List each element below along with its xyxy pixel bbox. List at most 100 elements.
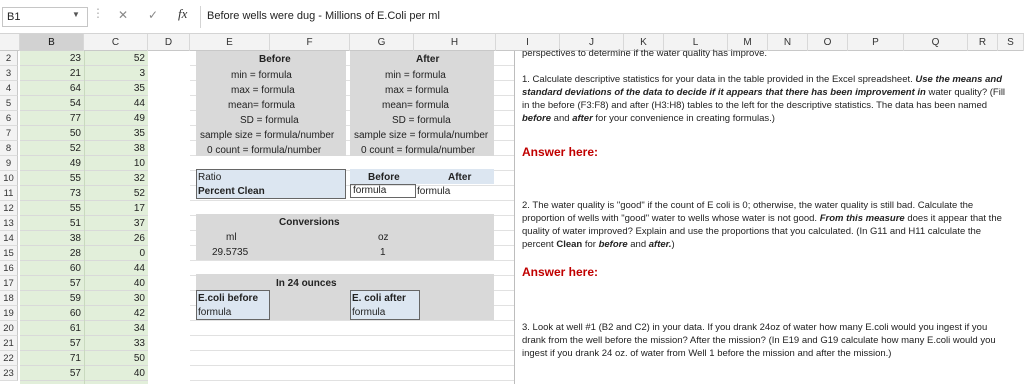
column-header[interactable]: B <box>20 34 84 51</box>
data-cell-c[interactable]: 40 <box>85 276 148 291</box>
column-header[interactable]: F <box>270 34 350 51</box>
row-header[interactable]: 16 <box>0 261 18 276</box>
data-cell-b[interactable]: 73 <box>20 186 84 201</box>
data-cell-c[interactable]: 52 <box>85 51 148 66</box>
data-cell-c[interactable]: 0 <box>85 246 148 261</box>
row-header[interactable]: 20 <box>0 321 18 336</box>
data-cell-c[interactable]: 37 <box>85 216 148 231</box>
ratio-before-value[interactable]: formula <box>350 184 416 198</box>
data-cell-b[interactable]: 50 <box>20 126 84 141</box>
data-cell-b[interactable]: 57 <box>20 366 84 381</box>
enter-check-icon[interactable]: ✓ <box>148 8 158 22</box>
column-header[interactable]: O <box>808 34 848 51</box>
column-header[interactable]: S <box>998 34 1024 51</box>
data-cell-c[interactable]: 10 <box>85 156 148 171</box>
after-sample-size[interactable]: sample size = formula/number <box>354 130 488 141</box>
data-cell-c[interactable]: 30 <box>85 291 148 306</box>
data-cell-c[interactable]: 3 <box>85 66 148 81</box>
data-cell-c[interactable]: 42 <box>85 306 148 321</box>
function-icon[interactable]: fx <box>178 6 187 22</box>
row-header[interactable]: 12 <box>0 201 18 216</box>
after-zero-count[interactable]: 0 count = formula/number <box>361 145 475 156</box>
before-sample-size[interactable]: sample size = formula/number <box>200 130 334 141</box>
data-cell-c[interactable]: 52 <box>85 186 148 201</box>
data-cell-c[interactable]: 35 <box>85 126 148 141</box>
data-cell-c[interactable]: 34 <box>85 321 148 336</box>
data-cell-b[interactable]: 38 <box>20 231 84 246</box>
data-cell-b[interactable]: 64 <box>20 81 84 96</box>
data-cell-c[interactable]: 32 <box>85 171 148 186</box>
ratio-after-value[interactable]: formula <box>417 186 450 197</box>
row-header[interactable]: 15 <box>0 246 18 261</box>
row-header[interactable]: 8 <box>0 141 18 156</box>
row-header[interactable]: 17 <box>0 276 18 291</box>
column-header[interactable]: P <box>848 34 904 51</box>
row-header[interactable]: 10 <box>0 171 18 186</box>
row-header[interactable]: 14 <box>0 231 18 246</box>
before-min[interactable]: min = formula <box>231 70 292 81</box>
row-header[interactable]: 5 <box>0 96 18 111</box>
data-cell-b[interactable]: 55 <box>20 171 84 186</box>
data-cell-c[interactable]: 26 <box>85 231 148 246</box>
row-header[interactable]: 6 <box>0 111 18 126</box>
ml-value[interactable]: 29.5735 <box>212 247 248 258</box>
data-cell-b[interactable]: 57 <box>20 276 84 291</box>
data-cell-c[interactable]: 17 <box>85 201 148 216</box>
column-header[interactable]: N <box>768 34 808 51</box>
column-header[interactable]: D <box>148 34 190 51</box>
ecoli-before-value[interactable]: formula <box>198 307 231 318</box>
row-header[interactable]: 11 <box>0 186 18 201</box>
column-header[interactable]: H <box>414 34 496 51</box>
row-header[interactable]: 23 <box>0 366 18 381</box>
chevron-down-icon[interactable]: ▼ <box>72 10 80 19</box>
data-cell-c[interactable]: 50 <box>85 351 148 366</box>
data-cell-b[interactable]: 54 <box>20 96 84 111</box>
before-sd[interactable]: SD = formula <box>240 115 299 126</box>
after-sd[interactable]: SD = formula <box>392 115 451 126</box>
data-cell-c[interactable]: 49 <box>85 111 148 126</box>
data-cell-b[interactable]: 21 <box>20 66 84 81</box>
data-cell-b[interactable]: 60 <box>20 261 84 276</box>
row-header[interactable]: 9 <box>0 156 18 171</box>
data-cell-c[interactable]: 35 <box>85 81 148 96</box>
data-cell-b[interactable]: 28 <box>20 246 84 261</box>
data-cell-b[interactable]: 59 <box>20 291 84 306</box>
row-header[interactable]: 19 <box>0 306 18 321</box>
data-cell-b[interactable]: 71 <box>20 351 84 366</box>
data-cell-c[interactable]: 40 <box>85 366 148 381</box>
formula-input[interactable]: Before wells were dug - Millions of E.Co… <box>200 6 1022 28</box>
row-header[interactable]: 2 <box>0 51 18 66</box>
cancel-icon[interactable]: ✕ <box>118 8 128 22</box>
data-cell-b[interactable]: 23 <box>20 51 84 66</box>
after-max[interactable]: max = formula <box>385 85 449 96</box>
column-header[interactable]: R <box>968 34 998 51</box>
oz-value[interactable]: 1 <box>380 247 386 258</box>
row-header[interactable]: 4 <box>0 81 18 96</box>
data-cell-b[interactable]: 49 <box>20 156 84 171</box>
data-cell-b[interactable]: 57 <box>20 336 84 351</box>
before-max[interactable]: max = formula <box>231 85 295 96</box>
row-header[interactable]: 21 <box>0 336 18 351</box>
data-cell-b[interactable]: 51 <box>20 216 84 231</box>
data-cell-c[interactable]: 44 <box>85 96 148 111</box>
more-options-icon[interactable]: ⋮ <box>92 6 104 20</box>
row-header[interactable]: 22 <box>0 351 18 366</box>
before-mean[interactable]: mean= formula <box>228 100 295 111</box>
column-header[interactable]: G <box>350 34 414 51</box>
row-header[interactable]: 18 <box>0 291 18 306</box>
column-header[interactable]: Q <box>904 34 968 51</box>
row-header[interactable]: 3 <box>0 66 18 81</box>
data-cell-c[interactable]: 38 <box>85 141 148 156</box>
data-cell-c[interactable]: 44 <box>85 261 148 276</box>
data-cell-b[interactable]: 55 <box>20 201 84 216</box>
data-cell-b[interactable]: 60 <box>20 306 84 321</box>
data-cell-b[interactable]: 61 <box>20 321 84 336</box>
data-cell-c[interactable]: 33 <box>85 336 148 351</box>
before-zero-count[interactable]: 0 count = formula/number <box>207 145 321 156</box>
column-header[interactable]: E <box>190 34 270 51</box>
ecoli-after-value[interactable]: formula <box>352 307 385 318</box>
data-cell-b[interactable]: 52 <box>20 141 84 156</box>
row-header[interactable]: 7 <box>0 126 18 141</box>
data-cell-b[interactable]: 77 <box>20 111 84 126</box>
after-mean[interactable]: mean= formula <box>382 100 449 111</box>
